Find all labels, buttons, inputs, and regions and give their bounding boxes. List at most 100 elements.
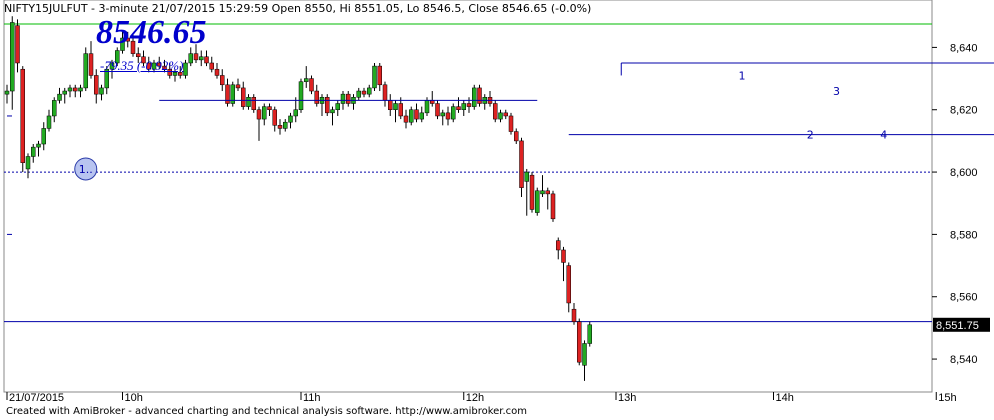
- candle-body: [393, 103, 398, 110]
- candle-body: [25, 156, 31, 170]
- candle-body: [445, 112, 451, 120]
- candle-body: [20, 68, 25, 163]
- candle-body: [83, 53, 88, 89]
- x-tick-label: 10h: [125, 392, 143, 404]
- candle: [577, 318, 582, 366]
- candle-body: [288, 115, 293, 123]
- candle-body: [498, 112, 503, 120]
- candle-body: [472, 87, 477, 107]
- candle-body: [451, 106, 456, 120]
- candle: [472, 84, 477, 110]
- y-tick-label: 8,540: [950, 354, 978, 366]
- candle-body: [435, 103, 440, 117]
- price-change-overlay: -79.35 (-0.92%): [100, 58, 184, 73]
- candle: [372, 62, 377, 92]
- candle-body: [424, 100, 430, 114]
- candle-body: [367, 87, 372, 95]
- candle-body: [183, 62, 188, 76]
- annotation-label: 2: [807, 129, 814, 142]
- candle-body: [346, 93, 351, 104]
- candle-body: [382, 84, 388, 101]
- candle: [508, 112, 514, 135]
- candle-body: [519, 140, 524, 188]
- candle-body: [251, 97, 256, 110]
- candle-body: [524, 171, 529, 182]
- candle-body: [293, 109, 298, 117]
- candle-body: [62, 90, 67, 95]
- candle-body: [529, 174, 535, 210]
- candle-body: [298, 81, 304, 110]
- candle-body: [493, 103, 498, 120]
- candle-body: [193, 53, 199, 61]
- candle-body: [388, 100, 393, 110]
- chart-header: NIFTY15JULFUT - 3-minute 21/07/2015 15:2…: [4, 2, 592, 15]
- candle-body: [314, 90, 319, 104]
- candle-body: [361, 90, 367, 95]
- candle-body: [214, 68, 220, 76]
- candle-body: [514, 131, 519, 142]
- last-price-overlay: 8546.65: [96, 14, 207, 51]
- candle-body: [4, 90, 10, 95]
- candle-body: [41, 128, 46, 145]
- candle-body: [262, 106, 267, 120]
- candle-body: [46, 115, 52, 129]
- candle-body: [377, 65, 382, 86]
- candle-body: [94, 75, 99, 95]
- y-tick-label: 8,580: [950, 229, 978, 241]
- y-axis: 8,540 8,560 8,580 8,600 8,620 8,640 8,551.75: [932, 42, 990, 366]
- x-tick-label: 21/07/2015: [9, 392, 64, 404]
- candle-body: [188, 53, 193, 64]
- candle-body: [414, 109, 419, 120]
- candle-body: [582, 343, 587, 366]
- candle-body: [477, 87, 482, 104]
- candle-body: [335, 103, 340, 110]
- candle-body: [556, 240, 561, 251]
- x-tick-label: 12h: [466, 392, 484, 404]
- candle-body: [267, 106, 272, 110]
- annotation-label: 1: [739, 69, 746, 82]
- candle: [325, 94, 330, 116]
- candle-body: [10, 22, 15, 92]
- candle-body: [561, 249, 566, 263]
- y-tick-label: 8,600: [950, 167, 978, 179]
- candle-body: [372, 65, 377, 89]
- candle: [230, 81, 235, 107]
- x-axis: 21/07/2015 10h 11h 12h 13h 14h 15h: [6, 392, 957, 404]
- candle-body: [241, 87, 246, 107]
- candle: [550, 190, 556, 222]
- candle: [493, 100, 498, 123]
- candle-body: [409, 109, 414, 123]
- x-tick-label: 15h: [938, 392, 956, 404]
- y-tick-label: 8,620: [950, 105, 978, 117]
- candle-body: [571, 308, 577, 322]
- candle-body: [577, 321, 582, 363]
- footer-credit: Created with AmiBroker - advanced charti…: [6, 406, 528, 417]
- candle-body: [566, 265, 571, 304]
- candle-body: [235, 84, 241, 89]
- y-tick-label: 8,560: [950, 292, 978, 304]
- candle-body: [73, 87, 78, 92]
- x-tick-label: 14h: [776, 392, 794, 404]
- candle-body: [398, 103, 403, 117]
- candle-body: [78, 87, 83, 92]
- candle-body: [52, 100, 57, 117]
- candle-body: [330, 109, 335, 114]
- candle-body: [220, 75, 225, 86]
- candle-body: [283, 121, 288, 129]
- y-tick-label: 8,640: [950, 42, 978, 54]
- candle-body: [503, 112, 508, 117]
- candle-body: [550, 193, 556, 220]
- candle-body: [99, 87, 104, 95]
- annotation-label: 3: [833, 85, 840, 98]
- candle-body: [309, 78, 314, 92]
- candle-body: [246, 97, 251, 107]
- annotation-label: 1..: [79, 163, 93, 176]
- candle-body: [508, 115, 514, 132]
- candle-body: [199, 56, 204, 61]
- candle-body: [456, 106, 461, 110]
- candle: [477, 84, 482, 107]
- candle-body: [304, 78, 309, 82]
- candle-body: [440, 112, 445, 117]
- x-tick-label: 13h: [618, 392, 636, 404]
- candle-body: [545, 190, 550, 195]
